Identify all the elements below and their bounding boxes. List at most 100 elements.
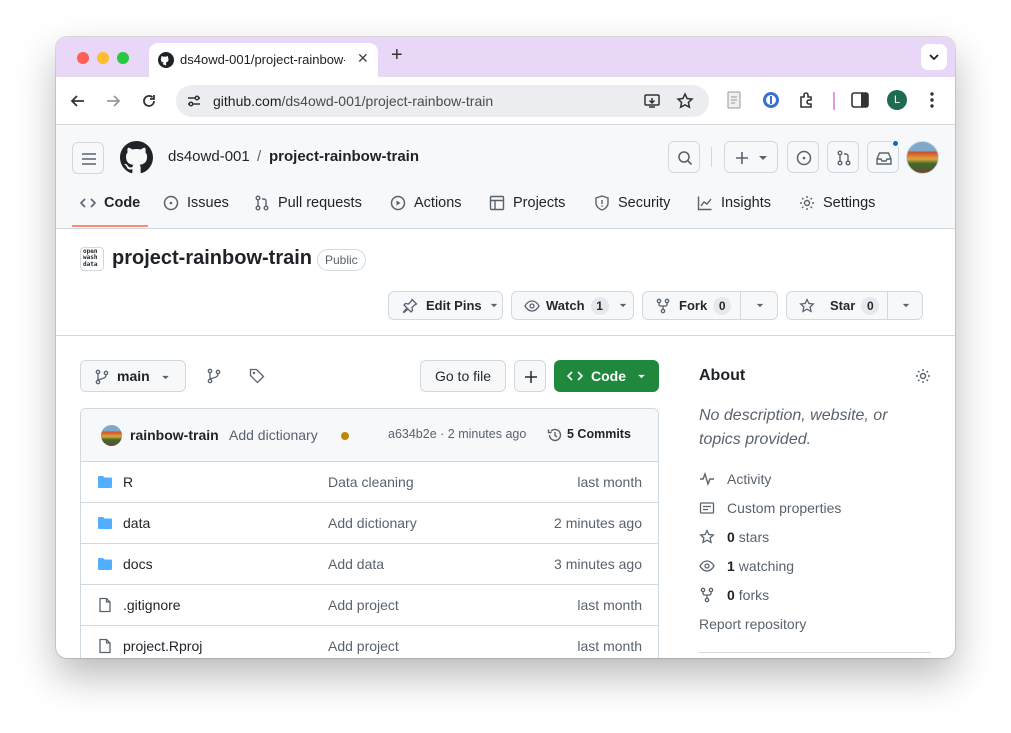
tab-projects[interactable]: Projects xyxy=(489,191,565,215)
go-to-file-button[interactable]: Go to file xyxy=(420,360,506,392)
commit-author-avatar[interactable] xyxy=(101,425,122,446)
close-window-button[interactable] xyxy=(77,52,89,64)
branch-selector[interactable]: main xyxy=(80,360,186,392)
document-extension-icon[interactable] xyxy=(726,91,742,109)
tab-actions[interactable]: Actions xyxy=(390,191,462,215)
browser-tab[interactable]: ds4owd-001/project-rainbow-train ✕ xyxy=(149,43,378,77)
custom-properties-link[interactable]: Custom properties xyxy=(699,500,841,516)
edit-pins-button[interactable]: Edit Pins xyxy=(388,291,503,320)
hamburger-menu-button[interactable] xyxy=(72,142,104,174)
latest-commit-row: rainbow-train Add dictionary a634b2e · 2… xyxy=(81,409,658,462)
bookmark-star-icon[interactable] xyxy=(676,92,694,110)
watch-label: Watch xyxy=(546,298,585,313)
gear-icon[interactable] xyxy=(915,368,931,384)
browser-menu-icon[interactable] xyxy=(929,91,935,109)
tab-security[interactable]: Security xyxy=(594,191,670,215)
tab-insights[interactable]: Insights xyxy=(697,191,771,215)
github-header: ds4owd-001 / project-rainbow-train Code xyxy=(56,125,955,229)
folder-icon xyxy=(98,476,112,488)
tab-pull-requests[interactable]: Pull requests xyxy=(254,191,362,215)
site-settings-icon[interactable] xyxy=(186,93,202,109)
file-icon xyxy=(99,597,111,613)
pulse-icon xyxy=(700,471,714,487)
pull-requests-button[interactable] xyxy=(827,141,859,173)
zoom-window-button[interactable] xyxy=(117,52,129,64)
commit-hash-time[interactable]: a634b2e · 2 minutes ago xyxy=(388,427,526,441)
notification-dot xyxy=(891,139,900,148)
file-row[interactable]: R Data cleaning last month xyxy=(81,462,658,503)
star-button[interactable]: Star 0 xyxy=(786,291,923,320)
github-logo-icon[interactable] xyxy=(120,141,153,174)
repo-title[interactable]: project-rainbow-train xyxy=(112,247,312,270)
reload-icon[interactable] xyxy=(141,93,157,109)
tab-code[interactable]: Code xyxy=(80,191,140,215)
file-row[interactable]: data Add dictionary 2 minutes ago xyxy=(81,503,658,544)
file-commit-message[interactable]: Add project xyxy=(328,597,399,613)
search-button[interactable] xyxy=(668,141,700,173)
forward-icon[interactable] xyxy=(105,93,121,109)
issues-button[interactable] xyxy=(787,141,819,173)
file-name[interactable]: R xyxy=(123,474,133,490)
code-dropdown-button[interactable]: Code xyxy=(554,360,659,392)
browser-toolbar: github.com/ds4owd-001/project-rainbow-tr… xyxy=(56,77,955,125)
tab-search-button[interactable] xyxy=(921,44,947,70)
side-panel-icon[interactable] xyxy=(851,92,869,108)
fork-button[interactable]: Fork 0 xyxy=(642,291,778,320)
new-tab-icon[interactable]: + xyxy=(391,44,403,67)
breadcrumb-owner[interactable]: ds4owd-001 xyxy=(168,148,250,165)
watching-link[interactable]: 1 watching xyxy=(699,558,794,574)
address-bar[interactable]: github.com/ds4owd-001/project-rainbow-tr… xyxy=(176,85,709,117)
tab-title: ds4owd-001/project-rainbow-train xyxy=(180,52,345,67)
caret-down-icon[interactable] xyxy=(756,303,764,308)
caret-down-icon[interactable] xyxy=(902,303,910,308)
file-commit-message[interactable]: Add dictionary xyxy=(328,515,417,531)
file-name[interactable]: project.Rproj xyxy=(123,638,202,654)
report-repository-link[interactable]: Report repository xyxy=(699,616,806,632)
file-name[interactable]: docs xyxy=(123,556,153,572)
close-tab-icon[interactable]: ✕ xyxy=(357,50,369,67)
tab-settings[interactable]: Settings xyxy=(799,191,875,215)
folder-icon xyxy=(98,558,112,570)
install-app-icon[interactable] xyxy=(643,92,661,110)
file-row[interactable]: project.Rproj Add project last month xyxy=(81,626,658,658)
commit-author[interactable]: rainbow-train xyxy=(130,427,219,443)
git-branch-icon[interactable] xyxy=(206,368,222,384)
profile-avatar[interactable]: L xyxy=(887,90,907,110)
back-icon[interactable] xyxy=(70,93,86,109)
activity-link[interactable]: Activity xyxy=(699,471,771,487)
play-icon xyxy=(390,195,406,211)
file-name[interactable]: data xyxy=(123,515,150,531)
extensions-icon[interactable] xyxy=(797,91,815,109)
star-label: Star xyxy=(830,298,856,313)
minimize-window-button[interactable] xyxy=(97,52,109,64)
password-manager-icon[interactable] xyxy=(762,91,780,109)
watch-count: 1 xyxy=(590,296,609,315)
file-row[interactable]: docs Add data 3 minutes ago xyxy=(81,544,658,585)
tab-actions-label: Actions xyxy=(414,195,462,211)
user-avatar[interactable] xyxy=(906,141,939,174)
tab-security-label: Security xyxy=(618,195,671,211)
commit-message[interactable]: Add dictionary xyxy=(229,427,318,443)
watch-button[interactable]: Watch 1 xyxy=(511,291,634,320)
file-commit-message[interactable]: Add project xyxy=(328,638,399,654)
about-divider xyxy=(699,652,931,653)
create-new-button[interactable] xyxy=(724,141,778,173)
commits-count[interactable]: 5 Commits xyxy=(567,427,631,441)
commit-status-dot[interactable] xyxy=(341,432,349,440)
url-path: /ds4owd-001/project-rainbow-train xyxy=(281,93,494,109)
forks-link[interactable]: 0 forks xyxy=(699,587,769,603)
tag-icon[interactable] xyxy=(249,368,265,384)
graph-icon xyxy=(697,196,712,211)
file-row[interactable]: .gitignore Add project last month xyxy=(81,585,658,626)
add-file-button[interactable] xyxy=(514,360,546,392)
tab-settings-label: Settings xyxy=(823,195,876,211)
about-heading: About xyxy=(699,367,746,384)
issue-opened-icon xyxy=(163,195,179,211)
file-name[interactable]: .gitignore xyxy=(123,597,181,613)
tab-issues[interactable]: Issues xyxy=(163,191,229,215)
file-commit-message[interactable]: Data cleaning xyxy=(328,474,414,490)
file-commit-message[interactable]: Add data xyxy=(328,556,384,572)
star-icon xyxy=(799,297,815,313)
breadcrumb-repo[interactable]: project-rainbow-train xyxy=(269,148,419,165)
stars-link[interactable]: 0 stars xyxy=(699,529,769,545)
